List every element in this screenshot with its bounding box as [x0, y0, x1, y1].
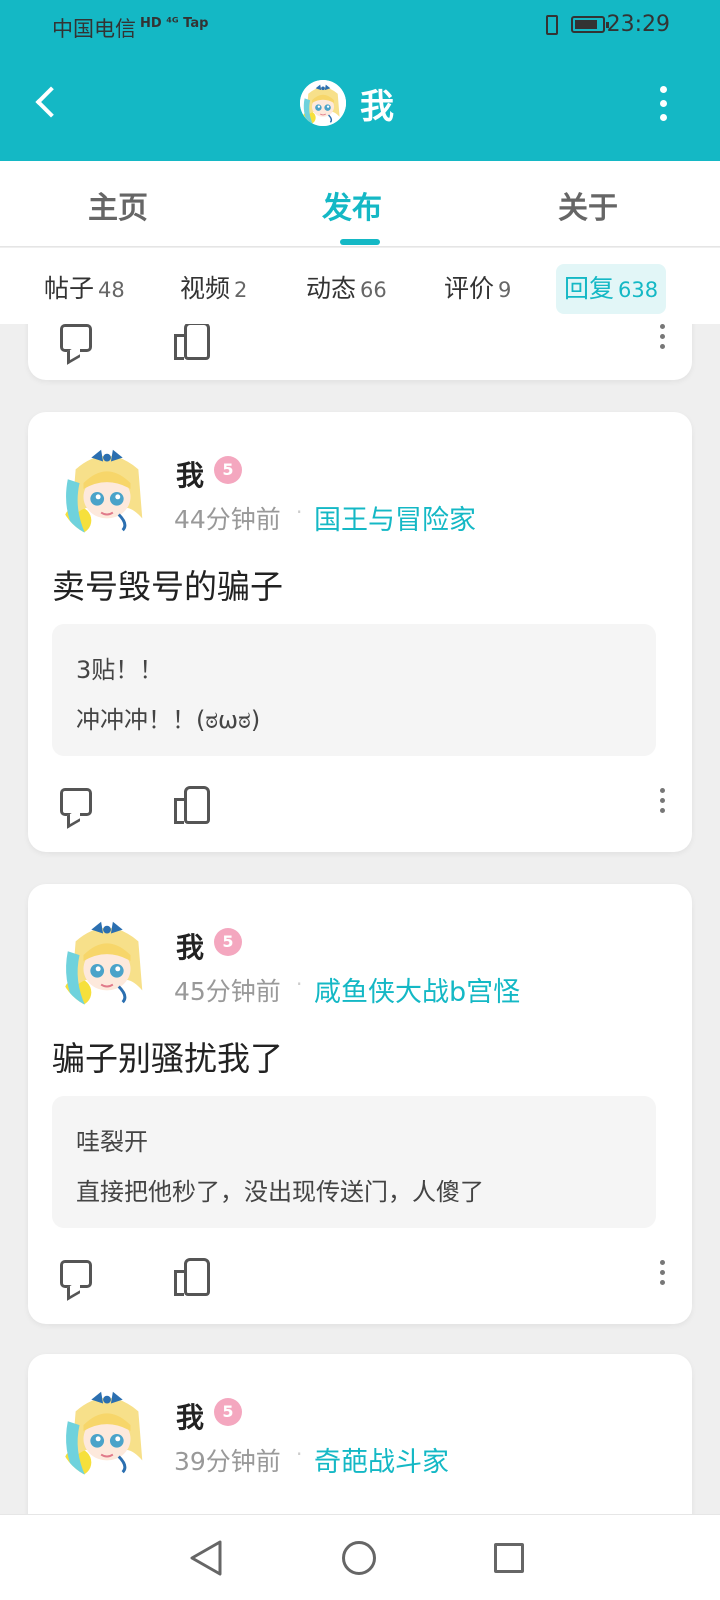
- reply-card[interactable]: 我 5 39分钟前 · 奇葩战斗家: [28, 1354, 692, 1514]
- username[interactable]: 我: [176, 454, 204, 494]
- subtab-label: 视频: [180, 274, 231, 303]
- reply-feed[interactable]: 我 5 44分钟前 · 国王与冒险家 卖号毁号的骗子 3贴！！ 冲冲冲！！(ಠω…: [0, 324, 720, 1514]
- avatar: [300, 80, 346, 126]
- sub-tabs: 帖子 48 视频 2 动态 66 评价 9 回复 638: [0, 248, 720, 324]
- post-title[interactable]: 卖号毁号的骗子: [52, 560, 283, 608]
- comment-icon[interactable]: [60, 788, 92, 816]
- subtab-count: 48: [98, 278, 125, 302]
- level-badge: 5: [214, 456, 242, 484]
- game-link[interactable]: 咸鱼侠大战b宫怪: [314, 970, 520, 1009]
- subtab-label: 评价: [444, 274, 495, 303]
- subtab-count: 2: [234, 278, 248, 302]
- subtab-reviews[interactable]: 评价 9: [436, 264, 519, 314]
- clock: 23:29: [606, 12, 670, 37]
- reply-quote[interactable]: 哇裂开 直接把他秒了，没出现传送门，人傻了: [52, 1096, 656, 1228]
- nav-recent-icon[interactable]: [494, 1543, 524, 1573]
- avatar[interactable]: [58, 1382, 156, 1480]
- more-vertical-icon[interactable]: [660, 1260, 666, 1288]
- reply-card[interactable]: 我 5 44分钟前 · 国王与冒险家 卖号毁号的骗子 3贴！！ 冲冲冲！！(ಠω…: [28, 412, 692, 852]
- nav-back-icon[interactable]: [188, 1539, 224, 1577]
- tab-home[interactable]: 主页: [88, 183, 148, 227]
- more-vertical-icon[interactable]: [656, 86, 670, 122]
- comment-icon[interactable]: [60, 324, 92, 352]
- back-arrow-icon[interactable]: [28, 80, 68, 126]
- game-link[interactable]: 国王与冒险家: [314, 498, 476, 537]
- subtab-count: 638: [618, 278, 659, 302]
- tab-indicator: [340, 239, 380, 245]
- post-title[interactable]: 骗子别骚扰我了: [52, 1032, 283, 1080]
- more-vertical-icon[interactable]: [660, 788, 666, 816]
- quote-line: 直接把他秒了，没出现传送门，人傻了: [76, 1178, 484, 1206]
- tab-publish[interactable]: 发布: [322, 183, 382, 227]
- quote-line: 冲冲冲！！(ಠωಠ): [76, 706, 261, 734]
- nav-home-icon[interactable]: [342, 1541, 376, 1575]
- separator-dot: ·: [296, 972, 303, 996]
- status-bar: 中国电信 HD ⁴ᴳ Tap 23:29: [0, 0, 720, 50]
- reply-card[interactable]: 我 5 45分钟前 · 咸鱼侠大战b宫怪 骗子别骚扰我了 哇裂开 直接把他秒了，…: [28, 884, 692, 1324]
- subtab-label: 回复: [564, 274, 615, 303]
- post-time: 45分钟前: [174, 977, 281, 1006]
- subtab-label: 动态: [306, 274, 357, 303]
- more-vertical-icon[interactable]: [660, 324, 666, 352]
- like-icon[interactable]: [174, 786, 210, 824]
- game-link[interactable]: 奇葩战斗家: [314, 1440, 449, 1479]
- subtab-posts[interactable]: 帖子 48: [36, 264, 133, 314]
- avatar[interactable]: [58, 912, 156, 1010]
- vibrate-icon: [546, 15, 558, 35]
- card-actions: [28, 1258, 692, 1306]
- like-icon[interactable]: [174, 1258, 210, 1296]
- like-icon[interactable]: [174, 324, 210, 360]
- quote-line: 哇裂开: [76, 1128, 148, 1156]
- post-time: 39分钟前: [174, 1447, 281, 1476]
- main-tabs: 主页 发布 关于: [0, 161, 720, 247]
- level-badge: 5: [214, 1398, 242, 1426]
- separator-dot: ·: [296, 1442, 303, 1466]
- comment-icon[interactable]: [60, 1260, 92, 1288]
- card-actions: [28, 786, 692, 834]
- post-time: 44分钟前: [174, 505, 281, 534]
- username[interactable]: 我: [176, 926, 204, 966]
- quote-line: 3贴！！: [76, 656, 164, 684]
- card-actions: [28, 324, 692, 370]
- carrier-label: 中国电信: [52, 17, 136, 41]
- subtab-videos[interactable]: 视频 2: [172, 264, 255, 314]
- network-indicator: HD ⁴ᴳ Tap: [140, 16, 209, 31]
- page-title-text: 我: [360, 86, 394, 127]
- system-navigation-bar: [0, 1514, 720, 1600]
- level-badge: 5: [214, 928, 242, 956]
- separator-dot: ·: [296, 500, 303, 524]
- reply-quote[interactable]: 3贴！！ 冲冲冲！！(ಠωಠ): [52, 624, 656, 756]
- tab-about[interactable]: 关于: [558, 183, 618, 227]
- subtab-count: 66: [360, 278, 387, 302]
- subtab-label: 帖子: [44, 274, 95, 303]
- reply-card[interactable]: [28, 324, 692, 380]
- username[interactable]: 我: [176, 1396, 204, 1436]
- app-header: 中国电信 HD ⁴ᴳ Tap 23:29 我: [0, 0, 720, 161]
- subtab-replies[interactable]: 回复 638: [556, 264, 667, 314]
- battery-icon: [571, 16, 609, 33]
- page-title: 我: [300, 78, 394, 128]
- subtab-moments[interactable]: 动态 66: [298, 264, 395, 314]
- avatar[interactable]: [58, 440, 156, 538]
- subtab-count: 9: [498, 278, 512, 302]
